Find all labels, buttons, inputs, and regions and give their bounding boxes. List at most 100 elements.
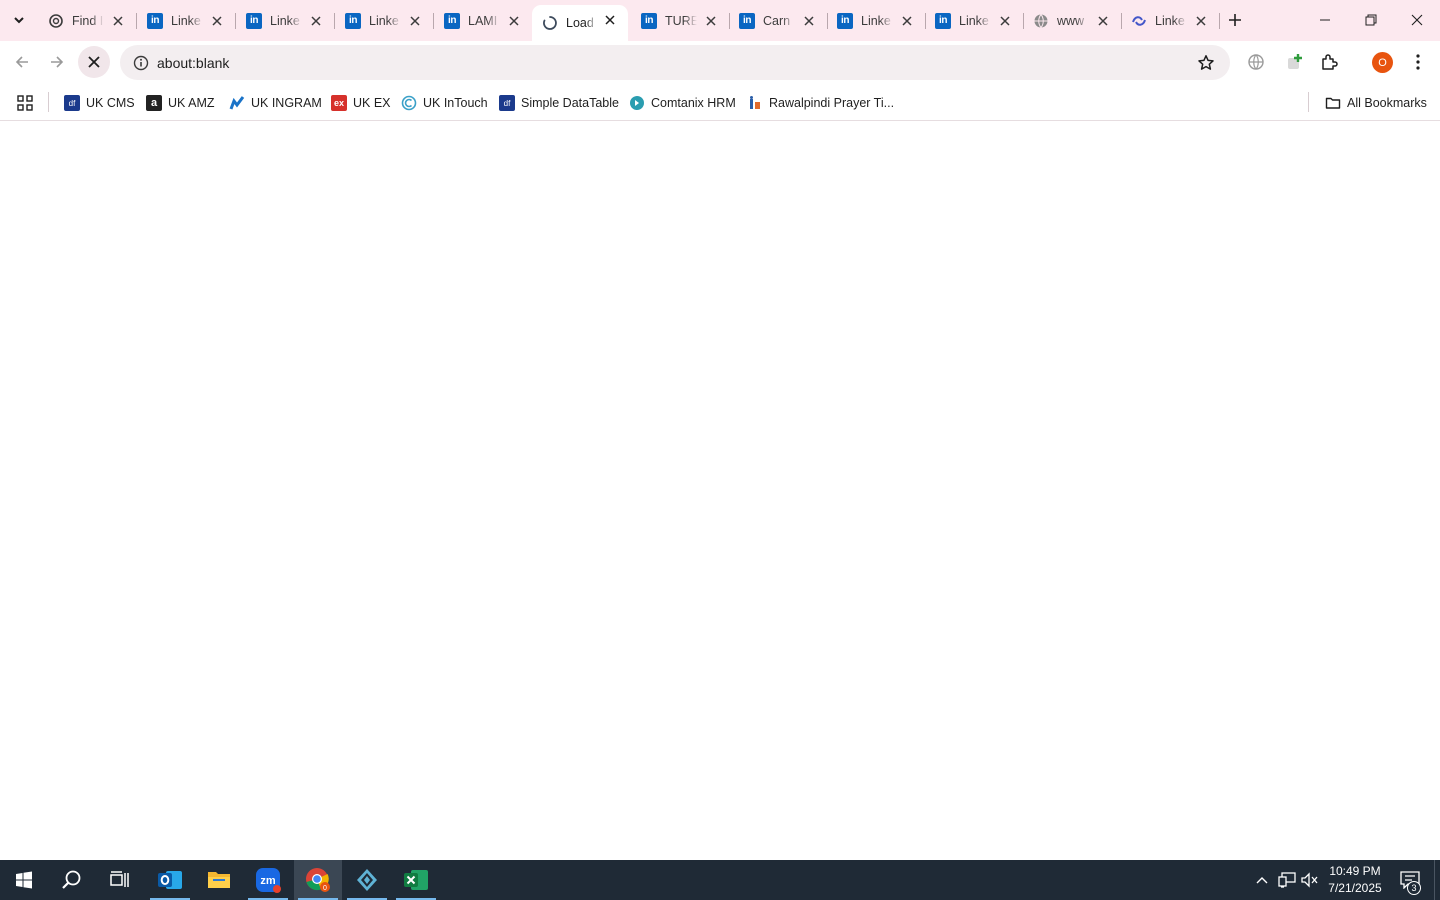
browser-menu-button[interactable]: [1402, 46, 1434, 78]
taskbar-file-explorer[interactable]: [195, 860, 243, 900]
tab-title: Linke: [171, 13, 201, 28]
task-view-icon: [110, 871, 129, 887]
bookmark-label: UK INGRAM: [251, 96, 322, 110]
tab[interactable]: in Linke: [827, 6, 926, 35]
linkedin-icon: in: [444, 12, 460, 29]
page-content[interactable]: [0, 121, 1440, 860]
svg-text:zm: zm: [260, 875, 276, 887]
tab-divider: [1219, 13, 1220, 29]
close-icon[interactable]: [209, 13, 225, 29]
amazon-icon: a: [146, 95, 162, 111]
tab-search-button[interactable]: [6, 7, 32, 33]
taskbar-outlook[interactable]: [146, 860, 194, 900]
close-icon[interactable]: [407, 13, 423, 29]
close-icon[interactable]: [997, 13, 1013, 29]
tab[interactable]: in Linke: [137, 6, 236, 35]
extension-button[interactable]: [1278, 46, 1310, 78]
stop-loading-button[interactable]: [78, 46, 110, 78]
bookmark-uk-ex[interactable]: ex UK EX: [331, 91, 391, 115]
extension-plus-icon: [1288, 54, 1302, 69]
bookmark-star-icon[interactable]: [1194, 51, 1218, 75]
tab[interactable]: Find I: [38, 6, 137, 35]
close-window-button[interactable]: [1394, 0, 1440, 40]
close-icon[interactable]: [1193, 13, 1209, 29]
info-icon[interactable]: [128, 50, 154, 76]
address-bar[interactable]: [120, 45, 1230, 80]
forward-button[interactable]: [41, 46, 73, 78]
folder-icon: [1325, 95, 1341, 111]
bookmark-comtanix-hrm[interactable]: Comtanix HRM: [629, 91, 736, 115]
bookmark-uk-cms[interactable]: df UK CMS: [64, 91, 135, 115]
tab[interactable]: www: [1023, 6, 1122, 35]
tab[interactable]: in Linke: [236, 6, 335, 35]
tab-title: Linke: [1155, 13, 1185, 28]
windows-icon: [16, 871, 32, 889]
show-hidden-icons-button[interactable]: [1252, 860, 1272, 900]
taskbar-excel[interactable]: [392, 860, 440, 900]
tab-strip: Find I in Linke in Linke in Linke in LAM…: [0, 0, 1440, 41]
show-desktop-button[interactable]: [1434, 860, 1440, 900]
linkedin-icon: in: [246, 12, 262, 29]
minimize-button[interactable]: [1302, 0, 1348, 40]
bookmark-uk-ingram[interactable]: UK INGRAM: [229, 91, 322, 115]
tab-title: Carn: [763, 13, 791, 28]
tab[interactable]: Linke: [1121, 6, 1220, 35]
globe-icon: [1033, 13, 1049, 29]
taskbar-app[interactable]: [343, 860, 391, 900]
df-icon: df: [499, 95, 515, 111]
new-tab-button[interactable]: [1224, 9, 1246, 31]
url-input[interactable]: [157, 52, 1177, 74]
search-icon: [62, 870, 81, 889]
translate-button[interactable]: [1240, 46, 1272, 78]
arrow-left-icon: [15, 56, 28, 68]
taskbar-zoom[interactable]: zm: [244, 860, 292, 900]
bookmark-label: Rawalpindi Prayer Ti...: [769, 96, 895, 110]
profile-avatar[interactable]: O: [1372, 52, 1393, 73]
bookmarks-bar: df UK CMS a UK AMZ UK INGRAM ex UK EX UK…: [0, 84, 1440, 121]
chrome-icon: 0: [306, 868, 330, 892]
bookmark-simple-datatable[interactable]: df Simple DataTable: [499, 91, 619, 115]
close-icon[interactable]: [506, 13, 522, 29]
bookmark-uk-amz[interactable]: a UK AMZ: [146, 91, 215, 115]
close-icon[interactable]: [1095, 13, 1111, 29]
tab[interactable]: in Linke: [925, 6, 1024, 35]
ex-icon: ex: [331, 95, 347, 111]
start-button[interactable]: [0, 860, 48, 900]
tab-active[interactable]: Load: [532, 5, 628, 41]
system-clock[interactable]: 10:49 PM 7/21/2025: [1322, 863, 1388, 897]
close-icon[interactable]: [308, 13, 324, 29]
df-icon: df: [64, 95, 80, 111]
volume-button[interactable]: [1300, 860, 1320, 900]
network-button[interactable]: [1276, 860, 1298, 900]
bookmarks-divider: [48, 92, 49, 112]
tab[interactable]: in TURE: [631, 6, 730, 35]
close-icon[interactable]: [703, 13, 719, 29]
tab[interactable]: in LAMI: [434, 6, 532, 35]
tab[interactable]: in Linke: [335, 6, 434, 35]
back-button[interactable]: [6, 46, 38, 78]
bookmark-rawalpindi-prayer[interactable]: Rawalpindi Prayer Ti...: [747, 91, 894, 115]
comtanix-icon: [629, 95, 645, 111]
task-view-button[interactable]: [96, 860, 144, 900]
linkedin-icon: in: [147, 12, 163, 29]
plus-icon: [1229, 14, 1241, 26]
tab-title: Load: [566, 16, 594, 30]
link-icon: [1131, 13, 1147, 29]
clock-date: 7/21/2025: [1328, 881, 1382, 895]
all-bookmarks-button[interactable]: All Bookmarks: [1325, 91, 1427, 115]
bookmark-uk-intouch[interactable]: UK InTouch: [401, 91, 488, 115]
extensions-menu-button[interactable]: [1313, 46, 1345, 78]
taskbar-chrome[interactable]: 0: [294, 860, 342, 900]
arrow-right-icon: [51, 56, 64, 68]
close-icon[interactable]: [899, 13, 915, 29]
bookmark-label: All Bookmarks: [1347, 96, 1427, 110]
restore-button[interactable]: [1348, 0, 1394, 40]
apps-button[interactable]: [17, 91, 33, 115]
search-button[interactable]: [48, 860, 96, 900]
linkedin-icon: in: [739, 12, 755, 29]
tab[interactable]: in Carn: [729, 6, 828, 35]
close-icon[interactable]: [110, 13, 126, 29]
close-icon: [88, 56, 100, 68]
close-icon[interactable]: [602, 12, 618, 28]
close-icon[interactable]: [801, 13, 817, 29]
